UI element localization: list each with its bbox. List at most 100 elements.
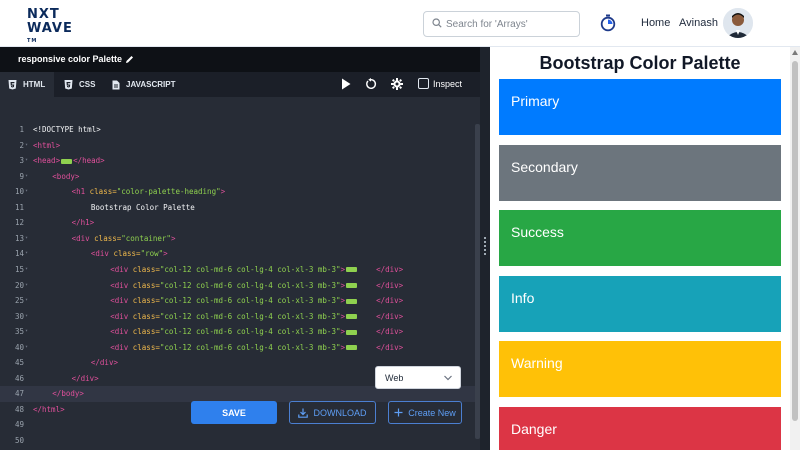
code-text: <div class="row"> (91, 246, 168, 262)
tab-javascript[interactable]: JAVASCRIPT (104, 72, 184, 97)
save-button[interactable]: SAVE (191, 401, 277, 424)
collapsed-code-marker[interactable] (346, 283, 357, 288)
user-name[interactable]: Avinash (679, 17, 718, 29)
code-token: </div> (376, 296, 404, 306)
code-line[interactable]: 11 Bootstrap Color Palette (0, 200, 480, 216)
mode-select-value: Web (385, 373, 404, 383)
pencil-icon[interactable] (125, 55, 134, 64)
code-text: </div> (91, 355, 118, 371)
tab-html[interactable]: HTML (0, 72, 54, 97)
code-token: > (340, 296, 345, 306)
code-token: "col-12 col-md-6 col-lg-4 col-xl-3 mb-3" (159, 327, 341, 337)
search-input[interactable] (446, 15, 576, 33)
top-navbar: NXT WAVE TM Home Avinash (0, 0, 800, 47)
fold-arrow-icon[interactable]: ▾ (25, 184, 28, 200)
code-line[interactable]: 40 ▾ <div class="col-12 col-md-6 col-lg-4 … (0, 340, 480, 356)
code-token: <div (71, 233, 95, 243)
collapsed-code-marker[interactable] (61, 158, 73, 164)
code-line[interactable]: 15 ▾ <div class="col-12 col-md-6 col-lg-4 … (0, 262, 480, 278)
collapsed-code-marker[interactable] (346, 345, 357, 351)
code-text: <h1 class="color-palette-heading"> (72, 184, 226, 200)
code-line[interactable]: 35 ▾ <div class="col-12 col-md-6 col-lg-4 … (0, 324, 480, 340)
home-link[interactable]: Home (641, 17, 670, 29)
avatar[interactable] (723, 8, 753, 38)
code-line[interactable]: 1 <!DOCTYPE html> (0, 122, 480, 138)
fold-arrow-icon[interactable]: ▾ (25, 246, 28, 262)
code-editor[interactable]: 1 <!DOCTYPE html> 2 ▾ <html> 3 ▾ <head> </head> 9… (0, 97, 480, 450)
code-line[interactable]: 12 </h1> (0, 215, 480, 231)
collapsed-code-marker[interactable] (346, 267, 357, 273)
line-number: 20 (14, 280, 24, 290)
collapsed-code-marker[interactable] (346, 314, 357, 320)
fold-arrow-icon[interactable]: ▾ (25, 309, 28, 325)
code-token: <div (110, 327, 133, 337)
code-text: <div class="container"> (72, 231, 176, 247)
inspect-toggle[interactable]: Inspect (418, 78, 462, 89)
search-icon (432, 18, 442, 28)
fold-arrow-icon[interactable]: ▾ (25, 293, 28, 309)
code-token: class= (132, 342, 160, 352)
line-number: 14 (14, 249, 24, 259)
preview-scrollbar[interactable] (790, 47, 800, 450)
code-line[interactable]: 3 ▾ <head> </head> (0, 153, 480, 169)
line-number: 46 (14, 373, 24, 383)
collapsed-code-marker[interactable] (346, 298, 357, 304)
download-button[interactable]: DOWNLOAD (289, 401, 376, 424)
fold-arrow-icon[interactable]: ▾ (25, 138, 28, 154)
fold-arrow-icon[interactable]: ▾ (25, 169, 28, 185)
code-token: class= (94, 233, 122, 243)
code-line[interactable]: 14 ▾ <div class="row"> (0, 246, 480, 262)
nxtwave-logo[interactable]: NXT WAVE TM (27, 8, 77, 44)
code-line[interactable]: 50 (0, 433, 480, 449)
timer-icon[interactable] (600, 14, 616, 32)
code-token: class= (132, 296, 160, 306)
line-number: 12 (14, 218, 24, 228)
code-line[interactable]: 9 ▾ <body> (0, 169, 480, 185)
code-token: class= (89, 187, 117, 197)
code-text: <!DOCTYPE html> (33, 122, 101, 138)
swatch-label: Secondary (511, 158, 578, 175)
inspect-checkbox[interactable] (418, 78, 429, 89)
fold-arrow-icon[interactable]: ▾ (25, 262, 28, 278)
code-line[interactable]: 10 ▾ <h1 class="color-palette-heading"> (0, 184, 480, 200)
code-token: "col-12 col-md-6 col-lg-4 col-xl-3 mb-3" (159, 280, 341, 290)
fold-arrow-icon[interactable]: ▾ (25, 278, 28, 294)
fold-arrow-icon[interactable]: ▾ (25, 231, 28, 247)
tab-css[interactable]: CSS (56, 72, 102, 97)
code-token: <h1 (71, 187, 90, 197)
search-box[interactable] (423, 11, 580, 37)
preview-scrollbar-thumb[interactable] (792, 61, 798, 421)
code-line[interactable]: 20 ▾ <div class="col-12 col-md-6 col-lg-4 … (0, 278, 480, 294)
swatch-label: Warning (511, 355, 563, 372)
gear-icon[interactable] (391, 78, 403, 90)
project-title: responsive color Palette (18, 54, 123, 64)
code-line[interactable]: 13 ▾ <div class="container"> (0, 231, 480, 247)
code-token: <body> (52, 171, 80, 181)
file-icon (112, 80, 120, 89)
swatch-label: Primary (511, 93, 560, 109)
code-line[interactable]: 30 ▾ <div class="col-12 col-md-6 col-lg-4 … (0, 309, 480, 325)
code-token: > (340, 342, 345, 352)
create-new-button[interactable]: Create New (388, 401, 462, 424)
code-token: "col-12 col-md-6 col-lg-4 col-xl-3 mb-3" (159, 342, 341, 352)
line-number: 1 (19, 125, 24, 134)
scroll-up-arrow-icon[interactable] (792, 50, 798, 55)
color-swatch-warning: Warning (499, 341, 781, 398)
mode-select[interactable]: Web (375, 366, 461, 389)
code-text: <head> </head> (33, 153, 105, 169)
fold-arrow-icon[interactable]: ▾ (25, 340, 28, 356)
fold-arrow-icon[interactable]: ▾ (25, 324, 28, 340)
code-line[interactable]: 25 ▾ <div class="col-12 col-md-6 col-lg-4 … (0, 293, 480, 309)
code-token: <!DOCTYPE html> (33, 125, 101, 134)
code-line[interactable]: 2 ▾ <html> (0, 138, 480, 154)
html5-icon (8, 79, 17, 89)
collapsed-code-marker[interactable] (346, 329, 357, 335)
fold-arrow-icon[interactable]: ▾ (25, 153, 28, 169)
play-icon[interactable] (341, 78, 351, 90)
pane-resize-handle[interactable] (480, 47, 490, 450)
reset-icon[interactable] (365, 78, 377, 90)
code-token: </body> (52, 389, 84, 399)
code-token: "col-12 col-md-6 col-lg-4 col-xl-3 mb-3" (159, 311, 341, 321)
css3-icon (64, 79, 73, 89)
